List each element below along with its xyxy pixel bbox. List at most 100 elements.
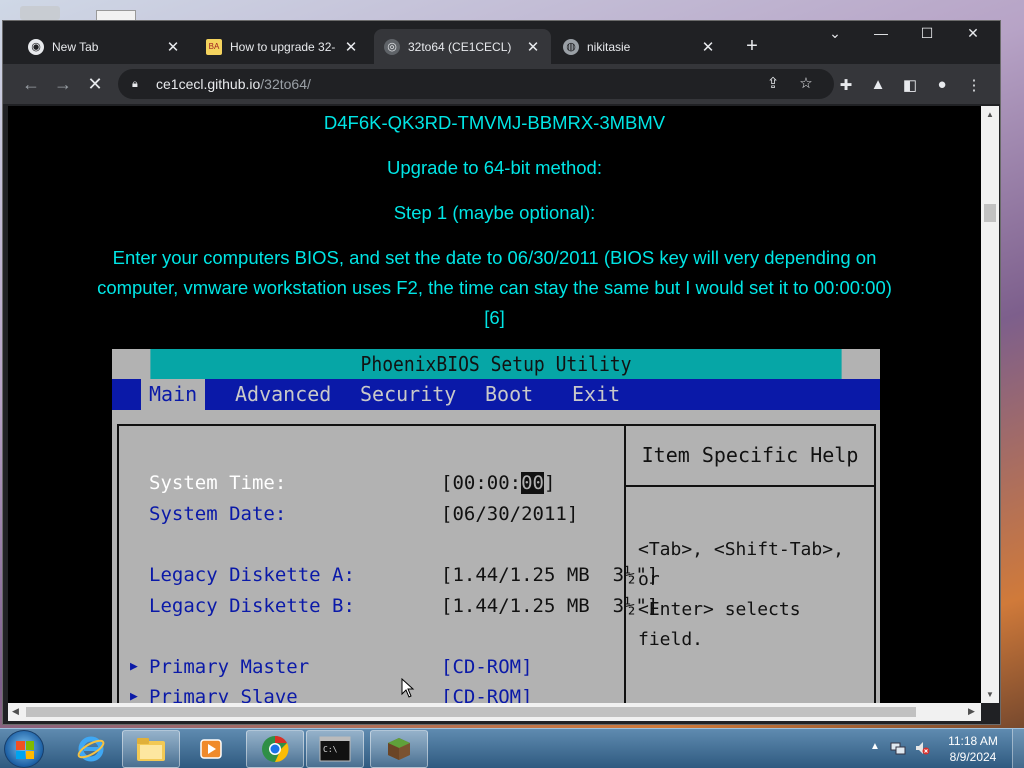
method-heading: Upgrade to 64-bit method:: [387, 157, 602, 178]
forward-button[interactable]: →: [51, 74, 75, 95]
reference-link[interactable]: [6]: [8, 303, 981, 333]
tab-nikitasie[interactable]: ◍ nikitasie ✕: [553, 29, 726, 64]
product-key-text: D4F6K-QK3RD-TMVMJ-BBMRX-3MBMV: [323, 112, 666, 133]
side-panel-icon[interactable]: ◧: [900, 76, 920, 94]
cmd-icon[interactable]: C:\: [306, 730, 364, 768]
diskette-a-label: Legacy Diskette A:: [149, 564, 355, 586]
close-tab-icon[interactable]: ✕: [165, 38, 181, 56]
mouse-cursor-icon: [401, 678, 415, 698]
bios-cursor: 00: [521, 472, 544, 494]
profile-avatar-icon[interactable]: ●: [932, 76, 952, 93]
bookmark-star-icon[interactable]: ☆: [796, 74, 816, 92]
submenu-arrow-icon: ▶: [130, 689, 138, 703]
tab-search-button[interactable]: ⌄: [823, 25, 847, 42]
github-favicon: ◎: [384, 38, 400, 55]
back-button[interactable]: ←: [19, 74, 43, 95]
vertical-scroll-thumb[interactable]: [984, 204, 996, 222]
system-clock[interactable]: 11:18 AM 8/9/2024: [940, 733, 1006, 765]
chrome-icon[interactable]: [246, 730, 304, 768]
bios-menu-exit: Exit: [572, 382, 621, 406]
step-heading: Step 1 (maybe optional):: [393, 202, 596, 223]
clock-date: 8/9/2024: [949, 750, 997, 764]
bios-menu-advanced: Advanced: [235, 382, 332, 406]
bios-menu-main: Main: [141, 379, 206, 410]
labs-flask-icon[interactable]: ▲: [868, 76, 888, 93]
globe-icon: ◍: [563, 38, 579, 55]
help-title: Item Specific Help: [626, 426, 874, 487]
scroll-down-icon[interactable]: ▼: [981, 690, 999, 699]
primary-slave-label: Primary Slave: [149, 686, 298, 703]
lock-icon[interactable]: 🔒︎: [132, 78, 146, 91]
bios-menu-bar: Main Advanced Security Boot Exit: [112, 379, 880, 410]
scroll-up-icon[interactable]: ▲: [981, 110, 999, 119]
bios-menu-security: Security: [360, 382, 457, 406]
url-host: ce1cecl.github.io: [156, 76, 261, 92]
clock-time: 11:18 AM: [948, 734, 998, 748]
bios-title: PhoenixBIOS Setup Utility: [150, 349, 842, 379]
page-content: D4F6K-QK3RD-TMVMJ-BBMRX-3MBMV Upgrade to…: [8, 106, 981, 703]
tab-title: 32to64 (CE1CECL): [408, 39, 512, 54]
submenu-arrow-icon: ▶: [130, 659, 138, 674]
taskbar: C:\ ▲ 11:18 AM 8/9/2024: [0, 728, 1024, 768]
tab-title: nikitasie: [587, 39, 631, 54]
browser-toolbar: ← → ✕ 🔒︎ ce1cecl.github.io/32to64/ ⇪ ☆ ✚…: [3, 64, 1000, 104]
extensions-puzzle-icon[interactable]: ✚: [836, 76, 856, 94]
kebab-menu-icon[interactable]: ⋮: [964, 76, 984, 94]
help-text: <Tab>, <Shift-Tab>, or <Enter> selects f…: [626, 487, 874, 655]
vertical-scrollbar[interactable]: ▲ ▼: [981, 106, 999, 703]
minimize-button[interactable]: —: [869, 25, 893, 41]
share-icon[interactable]: ⇪: [763, 74, 783, 92]
show-desktop-button[interactable]: [1012, 729, 1024, 768]
stop-loading-button[interactable]: ✕: [83, 74, 107, 95]
address-bar[interactable]: 🔒︎ ce1cecl.github.io/32to64/ ⇪ ☆: [118, 69, 834, 99]
chrome-icon: ◉: [28, 38, 44, 55]
bios-screenshot: PhoenixBIOS Setup Utility Main Advanced …: [112, 349, 880, 703]
start-button[interactable]: [4, 730, 44, 768]
tab-32to64[interactable]: ◎ 32to64 (CE1CECL) ✕: [374, 29, 551, 64]
site-favicon: BA: [206, 38, 222, 55]
volume-muted-icon[interactable]: [914, 740, 930, 756]
instruction-line-2: computer, vmware workstation uses F2, th…: [97, 277, 892, 298]
system-date-label: System Date:: [149, 503, 287, 525]
browser-window: ◉ New Tab ✕ BA How to upgrade 32- ✕ ◎ 32…: [2, 20, 1001, 725]
svg-text:C:\: C:\: [323, 745, 338, 754]
network-icon[interactable]: [890, 740, 906, 756]
primary-master-label: Primary Master: [149, 656, 310, 678]
windows-logo-icon: [16, 741, 34, 759]
internet-explorer-icon[interactable]: [62, 730, 120, 768]
scroll-right-icon[interactable]: ▶: [968, 706, 975, 717]
tray-expand-icon[interactable]: ▲: [870, 741, 880, 752]
system-time-value: [00:00:00]: [441, 472, 556, 494]
close-tab-icon[interactable]: ✕: [343, 38, 359, 56]
minecraft-icon[interactable]: [370, 730, 428, 768]
help-line-1: <Tab>, <Shift-Tab>, or: [638, 539, 844, 590]
tab-title: New Tab: [52, 39, 99, 54]
instruction-line-1: Enter your computers BIOS, and set the d…: [112, 247, 877, 268]
recycle-bin-icon[interactable]: [20, 6, 60, 20]
primary-master-value: [CD-ROM]: [441, 656, 533, 678]
horizontal-scrollbar[interactable]: ◀ ▶: [8, 703, 981, 721]
media-player-icon[interactable]: [182, 730, 240, 768]
close-tab-icon[interactable]: ✕: [525, 38, 541, 56]
tab-title: How to upgrade 32-: [230, 39, 336, 54]
scroll-left-icon[interactable]: ◀: [12, 706, 19, 717]
tab-strip: ◉ New Tab ✕ BA How to upgrade 32- ✕ ◎ 32…: [3, 21, 1000, 64]
explorer-folder-icon[interactable]: [122, 730, 180, 768]
tab-new-tab[interactable]: ◉ New Tab ✕: [18, 29, 191, 64]
close-window-button[interactable]: ✕: [961, 25, 985, 42]
new-tab-button[interactable]: +: [740, 35, 764, 58]
help-line-2: <Enter> selects field.: [638, 599, 801, 650]
primary-slave-value: [CD-ROM]: [441, 686, 533, 703]
bios-menu-boot: Boot: [485, 382, 534, 406]
bios-help-panel: Item Specific Help <Tab>, <Shift-Tab>, o…: [626, 424, 876, 703]
maximize-button[interactable]: ☐: [915, 25, 939, 42]
bios-main-panel: System Time: [00:00:00] System Date: [06…: [117, 424, 658, 703]
system-date-value: [06/30/2011]: [441, 503, 579, 525]
url-path: /32to64/: [260, 76, 311, 92]
tab-how-to-upgrade[interactable]: BA How to upgrade 32- ✕: [196, 29, 369, 64]
horizontal-scroll-thumb[interactable]: [26, 707, 916, 717]
url-text[interactable]: ce1cecl.github.io/32to64/: [156, 76, 311, 92]
system-time-label: System Time:: [149, 472, 287, 494]
desktop-background-icons: [0, 0, 1024, 22]
close-tab-icon[interactable]: ✕: [700, 38, 716, 56]
